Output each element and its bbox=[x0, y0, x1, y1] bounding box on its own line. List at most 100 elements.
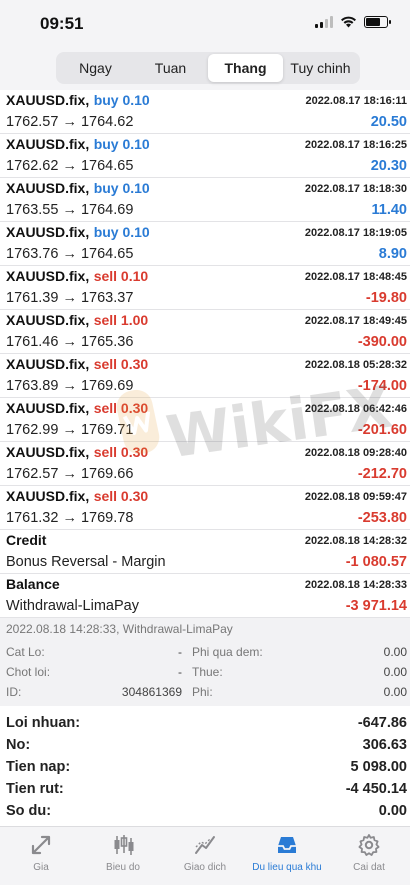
tab-bieu-do[interactable]: Bieu do bbox=[82, 827, 164, 885]
history-row[interactable]: XAUUSD.fix, buy 0.10 2022.08.17 18:19:05 1… bbox=[0, 222, 410, 266]
row-profit: -201.60 bbox=[357, 422, 407, 438]
history-row[interactable]: Credit 2022.08.18 14:28:32 Bonus Reversal … bbox=[0, 530, 410, 574]
row-datetime: 2022.08.17 18:19:05 bbox=[304, 227, 407, 239]
period-tab-tuan[interactable]: Tuan bbox=[133, 54, 208, 82]
row-symbol: XAUUSD.fix, bbox=[6, 224, 90, 240]
row-prices: 1762.99 → 1769.71 bbox=[6, 422, 134, 438]
history-row[interactable]: XAUUSD.fix, buy 0.10 2022.08.17 18:16:25 1… bbox=[0, 134, 410, 178]
status-bar: 09:51 bbox=[0, 0, 410, 48]
row-symbol: XAUUSD.fix, bbox=[6, 92, 90, 108]
summary-label: Tien nap: bbox=[6, 759, 71, 775]
row-profit: 11.40 bbox=[371, 202, 408, 218]
row-profit: 20.30 bbox=[370, 158, 407, 174]
row-title: XAUUSD.fix, sell 0.30 bbox=[6, 400, 148, 418]
row-prices: 1762.57 → 1769.66 bbox=[6, 466, 134, 482]
row-title: Credit bbox=[6, 532, 46, 550]
id-label: ID: bbox=[6, 685, 22, 699]
row-detail: Withdrawal-LimaPay -3 971.14 bbox=[6, 595, 407, 617]
row-prices: 1763.55 → 1764.69 bbox=[6, 202, 134, 218]
cat-lo-label: Cat Lo: bbox=[6, 645, 45, 659]
row-title: XAUUSD.fix, sell 0.10 bbox=[6, 268, 148, 286]
history-row[interactable]: XAUUSD.fix, sell 0.30 2022.08.18 06:42:46… bbox=[0, 398, 410, 442]
history-row[interactable]: XAUUSD.fix, sell 0.30 2022.08.18 09:28:40… bbox=[0, 442, 410, 486]
tab-du-lieu-qua-khu[interactable]: Du lieu qua khu bbox=[246, 827, 328, 885]
row-title: XAUUSD.fix, buy 0.10 bbox=[6, 180, 150, 198]
row-header: XAUUSD.fix, sell 0.30 2022.08.18 09:59:47 bbox=[6, 487, 407, 507]
history-row[interactable]: XAUUSD.fix, sell 0.10 2022.08.17 18:48:45… bbox=[0, 266, 410, 310]
row-prices: Bonus Reversal - Margin bbox=[6, 554, 166, 570]
row-symbol: XAUUSD.fix, bbox=[6, 268, 90, 284]
trade-line-icon bbox=[195, 836, 215, 854]
row-prices: 1762.57 → 1764.62 bbox=[6, 114, 134, 130]
tab-label: Bieu do bbox=[106, 862, 140, 873]
row-header: XAUUSD.fix, sell 0.30 2022.08.18 05:28:32 bbox=[6, 355, 407, 375]
history-row[interactable]: XAUUSD.fix, sell 0.30 2022.08.18 05:28:32… bbox=[0, 354, 410, 398]
row-title: XAUUSD.fix, buy 0.10 bbox=[6, 224, 150, 242]
period-tab-tuy-chinh[interactable]: Tuy chinh bbox=[283, 54, 358, 82]
row-profit: -212.70 bbox=[357, 466, 407, 482]
tab-gia[interactable]: Gia bbox=[0, 827, 82, 885]
row-symbol: XAUUSD.fix, bbox=[6, 488, 90, 504]
row-profit: -253.80 bbox=[357, 510, 407, 526]
row-prices: 1763.76 → 1764.65 bbox=[6, 246, 134, 262]
cellular-signal-icon bbox=[315, 15, 333, 28]
period-tab-ngay[interactable]: Ngay bbox=[58, 54, 133, 82]
row-datetime: 2022.08.17 18:16:11 bbox=[305, 95, 407, 107]
row-header: Balance 2022.08.18 14:28:33 bbox=[6, 575, 407, 595]
row-symbol: Credit bbox=[6, 532, 47, 548]
row-datetime: 2022.08.17 18:48:45 bbox=[304, 271, 407, 283]
row-datetime: 2022.08.18 14:28:33 bbox=[304, 579, 407, 591]
row-side: buy 0.10 bbox=[93, 136, 150, 152]
bottom-tab-bar: Gia Bieu do Giao dich Du lieu qua khu Cai da… bbox=[0, 826, 410, 885]
candlestick-chart-icon bbox=[114, 835, 134, 855]
row-title: XAUUSD.fix, buy 0.10 bbox=[6, 136, 150, 154]
row-profit: -19.80 bbox=[365, 290, 407, 306]
summary-value: -4 450.14 bbox=[345, 781, 407, 797]
row-profit: -390.00 bbox=[357, 334, 407, 350]
history-list: XAUUSD.fix, buy 0.10 2022.08.17 18:16:11 1… bbox=[0, 90, 410, 618]
row-profit: -174.00 bbox=[357, 378, 407, 394]
row-detail: 1761.32 → 1769.78 -253.80 bbox=[6, 507, 407, 529]
summary-label: No: bbox=[6, 737, 31, 753]
summary-row: So du: 0.00 bbox=[0, 800, 410, 822]
row-prices: 1761.32 → 1769.78 bbox=[6, 510, 134, 526]
phi-value: 0.00 bbox=[383, 685, 407, 699]
row-profit: 8.90 bbox=[378, 246, 407, 262]
history-row[interactable]: XAUUSD.fix, sell 0.30 2022.08.18 09:59:47… bbox=[0, 486, 410, 530]
summary-value: 0.00 bbox=[378, 803, 407, 819]
row-side: sell 0.30 bbox=[93, 356, 149, 372]
period-selector-bar: Ngay Tuan Thang Tuy chinh bbox=[0, 48, 410, 90]
row-side: buy 0.10 bbox=[93, 224, 150, 240]
history-row[interactable]: Balance 2022.08.18 14:28:33 Withdrawal-Lim… bbox=[0, 574, 410, 618]
summary-label: Tien rut: bbox=[6, 781, 64, 797]
row-detail: 1763.55 → 1764.69 11.40 bbox=[6, 199, 407, 221]
row-header: XAUUSD.fix, buy 0.10 2022.08.17 18:18:30 bbox=[6, 179, 407, 199]
tab-label: Giao dich bbox=[183, 862, 227, 873]
tab-giao-dich[interactable]: Giao dich bbox=[164, 827, 246, 885]
row-title: XAUUSD.fix, sell 0.30 bbox=[6, 356, 148, 374]
cat-lo-value: - bbox=[178, 645, 182, 659]
summary-row: No: 306.63 bbox=[0, 734, 410, 756]
row-datetime: 2022.08.17 18:49:45 bbox=[304, 315, 407, 327]
row-symbol: XAUUSD.fix, bbox=[6, 136, 90, 152]
row-title: XAUUSD.fix, sell 0.30 bbox=[6, 444, 148, 462]
summary-label: So du: bbox=[6, 803, 52, 819]
history-row[interactable]: XAUUSD.fix, buy 0.10 2022.08.17 18:16:11 1… bbox=[0, 90, 410, 134]
account-summary: Loi nhuan: -647.86 No: 306.63 Tien nap: 5 098… bbox=[0, 712, 410, 822]
row-prices: 1762.62 → 1764.65 bbox=[6, 158, 134, 174]
row-header: XAUUSD.fix, sell 1.00 2022.08.17 18:49:45 bbox=[6, 311, 407, 331]
summary-value: -647.86 bbox=[357, 715, 407, 731]
row-datetime: 2022.08.18 09:59:47 bbox=[304, 491, 407, 503]
row-title: XAUUSD.fix, sell 1.00 bbox=[6, 312, 148, 330]
history-row[interactable]: XAUUSD.fix, sell 1.00 2022.08.17 18:49:45… bbox=[0, 310, 410, 354]
row-detail: 1761.46 → 1765.36 -390.00 bbox=[6, 331, 407, 353]
wifi-icon bbox=[341, 16, 356, 28]
row-symbol: XAUUSD.fix, bbox=[6, 312, 90, 328]
period-tab-thang[interactable]: Thang bbox=[208, 54, 283, 82]
row-profit: 20.50 bbox=[370, 114, 407, 130]
row-title: XAUUSD.fix, sell 0.30 bbox=[6, 488, 148, 506]
chot-loi-label: Chot loi: bbox=[6, 665, 51, 679]
history-row[interactable]: XAUUSD.fix, buy 0.10 2022.08.17 18:18:30 1… bbox=[0, 178, 410, 222]
row-symbol: XAUUSD.fix, bbox=[6, 400, 90, 416]
tab-cai-dat[interactable]: Cai dat bbox=[328, 827, 410, 885]
